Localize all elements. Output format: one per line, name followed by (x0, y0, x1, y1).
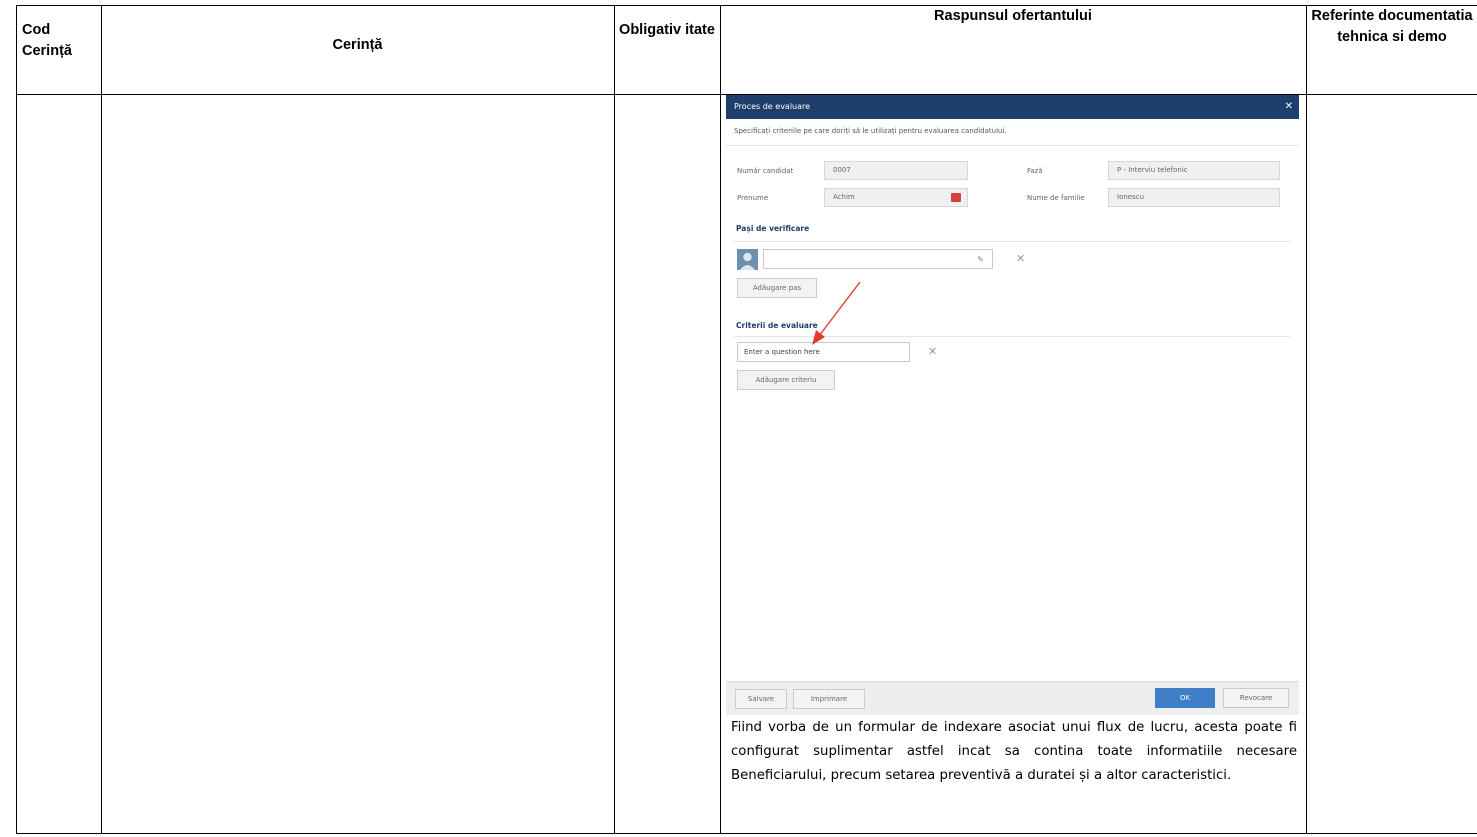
col-border-1 (101, 5, 102, 834)
dialog-footer: Salvare Imprimare OK Revocare (726, 681, 1299, 715)
last-name-field[interactable]: Ionescu (1108, 188, 1280, 207)
first-name-label: Prenume (737, 194, 769, 202)
cancel-button[interactable]: Revocare (1223, 688, 1289, 708)
verification-steps-heading: Pași de verificare (736, 224, 810, 233)
candidate-number-field[interactable]: 0007 (824, 161, 968, 180)
section-divider (734, 241, 1290, 242)
save-button[interactable]: Salvare (735, 689, 787, 709)
header-code: Cod Cerință (22, 22, 72, 59)
col-border-2 (614, 5, 615, 834)
phase-label: Fază (1027, 167, 1043, 175)
dialog-description: Specificați criteriile pe care doriți să… (734, 127, 1007, 135)
edit-icon[interactable]: ✎ (977, 251, 984, 269)
header-references: Referinte documentatia tehnica si demo (1311, 8, 1473, 45)
col-border-4 (1306, 5, 1307, 834)
divider (726, 145, 1299, 146)
col-border-3 (720, 5, 721, 834)
print-button[interactable]: Imprimare (793, 689, 865, 709)
first-name-field[interactable]: Achim (824, 188, 968, 207)
add-criterion-button[interactable]: Adăugare criteriu (737, 370, 835, 390)
ok-button[interactable]: OK (1155, 688, 1215, 708)
header-response: Raspunsul ofertantului (934, 8, 1092, 24)
header-mandatory: Obligativ itate (619, 22, 715, 38)
user-avatar-icon (737, 249, 758, 270)
annotation-arrow-icon (812, 281, 861, 345)
candidate-number-label: Număr candidat (737, 167, 794, 175)
dialog-title-bar: Proces de evaluare (726, 95, 1299, 119)
response-paragraph: Fiind vorba de un formular de indexare a… (731, 720, 1297, 784)
close-icon[interactable]: ✕ (1285, 95, 1293, 119)
remove-criterion-icon[interactable]: ✕ (928, 345, 937, 358)
add-step-button[interactable]: Adăugare pas (737, 278, 817, 298)
reviewer-input[interactable]: ✎ (763, 249, 993, 269)
dialog-title: Proces de evaluare (734, 102, 811, 111)
contact-card-icon[interactable] (951, 193, 961, 202)
col-border-0 (16, 5, 17, 834)
first-name-value: Achim (833, 193, 855, 201)
remove-step-icon[interactable]: ✕ (1016, 252, 1025, 265)
phase-field[interactable]: P - Interviu telefonic (1108, 161, 1280, 180)
header-requirement: Cerință (332, 37, 383, 53)
evaluation-dialog-screenshot: Proces de evaluare ✕ Specificați criteri… (726, 95, 1299, 715)
last-name-label: Nume de familie (1027, 194, 1085, 202)
table-bottom-border (16, 833, 1477, 834)
